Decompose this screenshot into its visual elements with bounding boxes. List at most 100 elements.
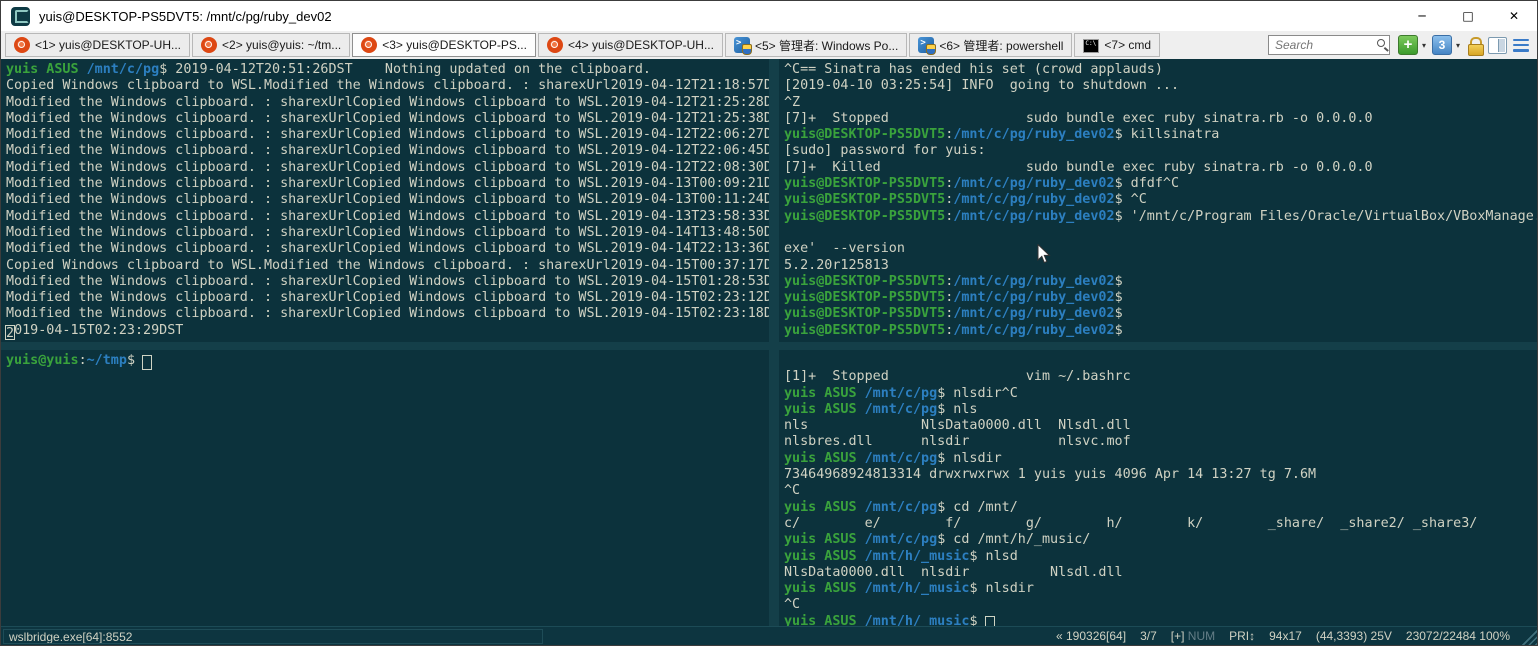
window-title: yuis@DESKTOP-PS5DVT5: /mnt/c/pg/ruby_dev… — [39, 9, 332, 24]
tab-1[interactable]: <1> yuis@DESKTOP-UH... — [5, 33, 190, 57]
terminal-text: $ ^C — [1115, 192, 1147, 207]
terminal-text: Modified the Windows clipboard. : sharex… — [6, 241, 769, 256]
terminal-text: 3/7 — [1140, 629, 1157, 643]
terminal-line: Copied Windows clipboard to WSL.Modified… — [6, 78, 769, 94]
terminal-line: ^Z — [784, 95, 1537, 111]
terminal-text: Copied Windows clipboard to WSL.Modified… — [6, 78, 769, 93]
menu-icon[interactable] — [1513, 39, 1529, 52]
terminal-line: yuis@yuis:~/tmp$ — [6, 353, 769, 369]
terminal-text — [857, 500, 865, 515]
status-segment: « 190326[64] — [1049, 629, 1133, 643]
terminal-line: Modified the Windows clipboard. : sharex… — [6, 95, 769, 111]
terminal-line: [7]+ Stopped sudo bundle exec ruby sinat… — [784, 111, 1537, 127]
terminal-pane-bottom-right[interactable]: [1]+ Stopped vim ~/.bashrcyuis ASUS /mnt… — [779, 350, 1537, 626]
terminal-line: nls NlsData0000.dll Nlsdl.dll — [784, 418, 1537, 434]
terminal-text: : — [79, 353, 87, 368]
terminal-text: yuis ASUS — [784, 451, 857, 466]
terminal-text: Modified the Windows clipboard. : sharex… — [6, 111, 769, 126]
terminal-line: yuis ASUS /mnt/h/_music$ — [784, 614, 1537, 626]
horizontal-pane-divider[interactable] — [1, 342, 1537, 350]
terminal-text: $ 2019-04-12T20:51:26DST Nothing updated… — [159, 62, 651, 77]
terminal-pane-top-right[interactable]: ^C== Sinatra has ended his set (crowd ap… — [779, 59, 1537, 342]
status-segment: 3/7 — [1133, 629, 1164, 643]
terminal-text: NlsData0000.dll nlsdir Nlsdl.dll — [784, 565, 1123, 580]
tab-bar: <1> yuis@DESKTOP-UH...<2> yuis@yuis: ~/t… — [1, 31, 1537, 59]
tab-4[interactable]: <4> yuis@DESKTOP-UH... — [538, 33, 723, 57]
terminal-text: $ dfdf^C — [1115, 176, 1180, 191]
terminal-line: yuis ASUS /mnt/c/pg$ cd /mnt/ — [784, 500, 1537, 516]
terminal-text: Copied Windows clipboard to WSL.Modified… — [6, 258, 769, 273]
terminal-text — [857, 402, 865, 417]
terminal-text: nls NlsData0000.dll Nlsdl.dll — [784, 418, 1131, 433]
search-input[interactable] — [1268, 35, 1390, 55]
terminal-line: [sudo] password for yuis: — [784, 143, 1537, 159]
terminal-line: c/ e/ f/ g/ h/ k/ _share/ _share2/ _shar… — [784, 516, 1537, 532]
tab-5[interactable]: <5> 管理者: Windows Po... — [725, 33, 907, 57]
new-console-dropdown-icon[interactable]: ▾ — [1422, 41, 1426, 50]
tab-2[interactable]: <2> yuis@yuis: ~/tm... — [192, 33, 350, 57]
terminal-text: c/ e/ f/ g/ h/ k/ _share/ _share2/ _shar… — [784, 516, 1477, 531]
terminal-text: $ — [969, 614, 985, 626]
terminal-text: yuis@DESKTOP-PS5DVT5 — [784, 306, 945, 321]
terminal-pane-top-left[interactable]: yuis ASUS /mnt/c/pg$ 2019-04-12T20:51:26… — [1, 59, 769, 342]
terminal-text: [7]+ Stopped sudo bundle exec ruby sinat… — [784, 111, 1373, 126]
terminal-text: yuis@DESKTOP-PS5DVT5 — [784, 127, 945, 142]
terminal-text: $ nlsdir — [969, 581, 1034, 596]
terminal-text: wslbridge.exe[64]:8552 — [9, 630, 132, 644]
tab-6[interactable]: <6> 管理者: powershell — [909, 33, 1072, 57]
new-console-button[interactable]: + — [1398, 35, 1418, 55]
split-panel-icon[interactable] — [1488, 37, 1507, 54]
active-console-button[interactable]: 3 — [1432, 35, 1452, 55]
terminal-text — [857, 451, 865, 466]
terminal-text: « 190326[64] — [1056, 629, 1126, 643]
terminal-line: Modified the Windows clipboard. : sharex… — [6, 225, 769, 241]
terminal-line: Modified the Windows clipboard. : sharex… — [6, 241, 769, 257]
maximize-button[interactable]: □ — [1445, 1, 1491, 31]
terminal-text: NUM — [1188, 629, 1215, 643]
terminal-text: ^C — [784, 483, 800, 498]
terminal-text: /mnt/c/pg — [865, 532, 938, 547]
terminal-text: 23072/22484 100% — [1406, 629, 1510, 643]
tab-label: <4> yuis@DESKTOP-UH... — [568, 38, 714, 52]
terminal-line: yuis ASUS /mnt/c/pg$ 2019-04-12T20:51:26… — [6, 62, 769, 78]
terminal-text: $ nlsdir — [937, 451, 1002, 466]
terminal-text: /mnt/c/pg — [865, 500, 938, 515]
title-bar: yuis@DESKTOP-PS5DVT5: /mnt/c/pg/ruby_dev… — [1, 1, 1537, 31]
search-icon — [1377, 39, 1385, 47]
terminal-text: $ nlsd — [969, 549, 1017, 564]
terminal-pane-bottom-left[interactable]: yuis@yuis:~/tmp$ — [1, 350, 769, 626]
terminal-text: PRI↕ — [1229, 629, 1255, 643]
terminal-text: [7]+ Killed sudo bundle exec ruby sinatr… — [784, 160, 1373, 175]
tab-3[interactable]: <3> yuis@DESKTOP-PS... — [352, 33, 536, 57]
terminal-text: 5.2.20r125813 — [784, 258, 889, 273]
terminal-text: 019-04-15T02:23:29DST — [14, 323, 183, 338]
close-button[interactable]: ✕ — [1491, 1, 1537, 31]
console-list-dropdown-icon[interactable]: ▾ — [1456, 41, 1460, 50]
terminal-text: 94x17 — [1269, 629, 1302, 643]
terminal-line: yuis ASUS /mnt/h/_music$ nlsd — [784, 549, 1537, 565]
terminal-text — [857, 581, 865, 596]
terminal-line: Modified the Windows clipboard. : sharex… — [6, 111, 769, 127]
tab-7[interactable]: <7> cmd — [1074, 33, 1160, 57]
lock-icon[interactable] — [1468, 37, 1482, 54]
terminal-line: yuis@DESKTOP-PS5DVT5:/mnt/c/pg/ruby_dev0… — [784, 274, 1537, 290]
terminal-line: ^C — [784, 483, 1537, 499]
minimize-button[interactable]: ─ — [1399, 1, 1445, 31]
terminal-text: Modified the Windows clipboard. : sharex… — [6, 176, 769, 191]
powershell-icon — [918, 37, 934, 53]
terminal-text: $ — [1115, 274, 1123, 289]
terminal-text: yuis@DESKTOP-PS5DVT5 — [784, 274, 945, 289]
terminal-text: $ — [1115, 290, 1123, 305]
terminal-text — [857, 532, 865, 547]
terminal-line: [2019-04-10 03:25:54] INFO going to shut… — [784, 78, 1537, 94]
terminal-line: Modified the Windows clipboard. : sharex… — [6, 192, 769, 208]
terminal-text: Modified the Windows clipboard. : sharex… — [6, 127, 769, 142]
terminal-line: Modified the Windows clipboard. : sharex… — [6, 290, 769, 306]
resize-grip-icon[interactable] — [1521, 629, 1537, 645]
terminal-line: ^C== Sinatra has ended his set (crowd ap… — [784, 62, 1537, 78]
terminal-text: Modified the Windows clipboard. : sharex… — [6, 306, 769, 321]
terminal-text — [857, 549, 865, 564]
terminal-text: Modified the Windows clipboard. : sharex… — [6, 290, 769, 305]
terminal-line: yuis@DESKTOP-PS5DVT5:/mnt/c/pg/ruby_dev0… — [784, 306, 1537, 322]
terminal-text — [857, 614, 865, 626]
